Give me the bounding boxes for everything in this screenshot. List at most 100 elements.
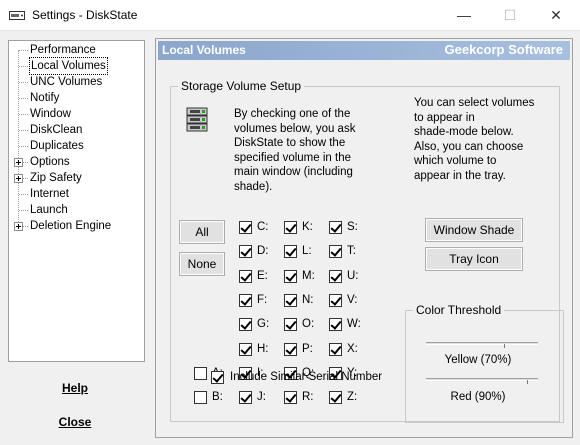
drive-checkbox[interactable]	[284, 294, 297, 307]
nav-item-options[interactable]: Options	[30, 154, 70, 170]
drive-label: N:	[302, 294, 314, 306]
red-slider-thumb[interactable]	[527, 380, 528, 384]
title-bar: Settings - DiskState — ☐ ✕	[0, 0, 580, 31]
section-title: Local Volumes	[162, 43, 246, 57]
drive-checkbox[interactable]	[239, 294, 252, 307]
drive-checkbox[interactable]	[239, 221, 252, 234]
close-button[interactable]: Close	[0, 415, 150, 429]
drive-label: T:	[347, 245, 356, 257]
section-header: Local Volumes Geekcorp Software	[158, 41, 570, 60]
nav-item-window[interactable]: Window	[30, 106, 71, 122]
drive-checkbox[interactable]	[194, 391, 207, 404]
drive-label: X:	[347, 343, 358, 355]
expand-plus-icon[interactable]	[14, 158, 23, 167]
yellow-slider-thumb[interactable]	[504, 344, 505, 348]
description-line: appear in the tray.	[414, 169, 506, 182]
content-panel: Local Volumes Geekcorp Software Storage …	[155, 38, 573, 438]
window-title: Settings - DiskState	[32, 8, 138, 22]
drive-checkbox[interactable]	[239, 245, 252, 258]
drive-checkbox[interactable]	[284, 221, 297, 234]
brand-label: Geekcorp Software	[444, 42, 564, 57]
drive-checkbox[interactable]	[239, 270, 252, 283]
drive-checkbox[interactable]	[284, 318, 297, 331]
drive-label: R:	[302, 391, 314, 403]
drive-checkbox[interactable]	[239, 391, 252, 404]
expand-plus-icon[interactable]	[14, 174, 23, 183]
shade-description: You can select volumes to appear in shade-…	[414, 96, 534, 183]
description-line: main window (including	[234, 166, 353, 178]
drive-checkbox[interactable]	[329, 270, 342, 283]
storage-group-title: Storage Volume Setup	[178, 79, 305, 93]
drive-label: Z:	[347, 391, 358, 403]
drive-label: F:	[257, 294, 268, 306]
nav-item-duplicates[interactable]: Duplicates	[30, 138, 84, 154]
close-window-button[interactable]: ✕	[533, 0, 579, 30]
description-line: You can select volumes	[414, 97, 535, 109]
drive-checkbox[interactable]	[329, 245, 342, 258]
description-line: which volume to	[414, 155, 497, 167]
drive-checkbox[interactable]	[329, 391, 342, 404]
select-none-button[interactable]: None	[179, 252, 225, 276]
tray-icon-button[interactable]: Tray Icon	[425, 247, 523, 271]
tree-connector	[19, 50, 28, 51]
yellow-threshold-slider[interactable]	[426, 342, 538, 345]
tree-connector	[19, 130, 28, 131]
red-threshold-label: Red (90%)	[450, 391, 506, 403]
drive-checkbox[interactable]	[239, 318, 252, 331]
drive-checkbox[interactable]	[284, 245, 297, 258]
drive-label: L:	[302, 245, 312, 257]
expand-plus-icon[interactable]	[14, 222, 23, 231]
include-serial-label: Include Similar Serial Number	[230, 371, 383, 383]
drive-checkbox[interactable]	[284, 270, 297, 283]
drive-label: O:	[302, 318, 315, 330]
description-line: By checking one of the	[234, 108, 351, 120]
drive-checkbox[interactable]	[329, 221, 342, 234]
nav-item-local-volumes[interactable]: Local Volumes	[29, 57, 108, 75]
drive-checkbox[interactable]	[194, 367, 207, 380]
drive-checkbox[interactable]	[329, 294, 342, 307]
drive-label: G:	[257, 318, 270, 330]
window-shade-button[interactable]: Window Shade	[425, 218, 523, 242]
description-line: volumes below, you ask	[234, 122, 356, 135]
nav-item-diskclean[interactable]: DiskClean	[30, 122, 82, 138]
tree-connector	[18, 50, 19, 226]
drive-checkbox[interactable]	[329, 343, 342, 356]
minimize-button[interactable]: —	[441, 0, 487, 30]
include-serial-checkbox[interactable]	[211, 371, 224, 384]
drive-label: S:	[347, 221, 358, 233]
drive-label: C:	[257, 221, 269, 233]
nav-item-performance[interactable]: Performance	[30, 42, 96, 58]
maximize-button[interactable]: ☐	[487, 0, 533, 30]
yellow-threshold-label: Yellow (70%)	[444, 354, 512, 366]
drive-checkbox[interactable]	[284, 391, 297, 404]
drive-label: B:	[212, 391, 223, 403]
drive-checkbox[interactable]	[239, 343, 252, 356]
nav-item-unc-volumes[interactable]: UNC Volumes	[30, 74, 102, 90]
description-line: shade-mode below.	[414, 126, 514, 138]
nav-item-zip-safety[interactable]: Zip Safety	[30, 170, 82, 186]
drive-label: V:	[347, 294, 358, 306]
nav-item-launch[interactable]: Launch	[30, 202, 68, 218]
tree-connector	[19, 194, 28, 195]
select-all-button[interactable]: All	[179, 220, 225, 244]
red-threshold-slider[interactable]	[426, 378, 538, 381]
nav-item-deletion-engine[interactable]: Deletion Engine	[30, 218, 111, 234]
tree-connector	[19, 210, 28, 211]
drive-label: D:	[257, 245, 269, 257]
nav-item-internet[interactable]: Internet	[30, 186, 69, 202]
hard-drive-icon	[9, 11, 25, 20]
description-line: specified volume in the	[234, 151, 351, 164]
color-threshold-group: Color Threshold	[405, 303, 564, 423]
settings-nav-tree[interactable]: Performance Local Volumes UNC Volumes Notif…	[8, 40, 145, 362]
drive-label: J:	[257, 391, 266, 403]
drive-checkbox[interactable]	[284, 343, 297, 356]
description-line: shade).	[234, 180, 273, 193]
drive-label: P:	[302, 343, 313, 355]
drive-checkbox[interactable]	[329, 318, 342, 331]
drive-label: M:	[302, 270, 315, 282]
drive-label: E:	[257, 270, 268, 282]
tree-connector	[19, 82, 28, 83]
nav-item-notify[interactable]: Notify	[30, 90, 59, 106]
drive-label: K:	[302, 221, 313, 233]
help-button[interactable]: Help	[0, 381, 150, 395]
